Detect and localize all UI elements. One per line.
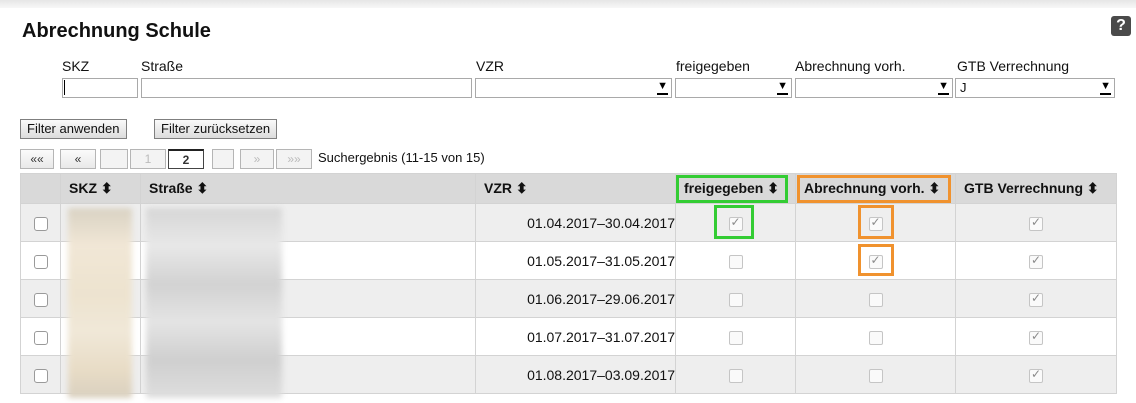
vzr-cell: 01.06.2017–29.06.2017 bbox=[475, 279, 676, 318]
redacted-strasse-column bbox=[146, 208, 282, 398]
vzr-cell: 01.07.2017–31.07.2017 bbox=[475, 317, 676, 356]
highlight-freigegeben-checkbox bbox=[714, 205, 754, 239]
abrechnung-cell bbox=[795, 355, 956, 394]
column-header-gtb[interactable]: GTB Verrechnung ⬍ bbox=[955, 173, 1117, 204]
gtb-cell bbox=[955, 241, 1117, 280]
abrechnung-checkbox bbox=[868, 368, 883, 383]
freigegeben-cell bbox=[675, 241, 796, 280]
dropdown-arrow-icon: ▼ bbox=[657, 80, 668, 95]
freigegeben-filter-select[interactable]: ▼ bbox=[675, 78, 792, 98]
gtb-cell bbox=[955, 203, 1117, 242]
page-number-1[interactable]: 1 bbox=[130, 149, 166, 169]
strasse-filter-input[interactable] bbox=[141, 78, 472, 98]
filter-label-skz: SKZ bbox=[62, 58, 90, 74]
dropdown-arrow-icon: ▼ bbox=[938, 80, 949, 95]
highlight-freigegeben-header bbox=[676, 175, 788, 203]
page-spacer bbox=[100, 149, 128, 169]
abrechnung-filter-select[interactable]: ▼ bbox=[795, 78, 953, 98]
filter-label-gtb: GTB Verrechnung bbox=[957, 58, 1070, 74]
vzr-cell: 01.05.2017–31.05.2017 bbox=[475, 241, 676, 280]
abrechnung-checkbox bbox=[868, 330, 883, 345]
dropdown-arrow-icon: ▼ bbox=[777, 80, 788, 95]
freigegeben-checkbox bbox=[728, 254, 743, 269]
gtb-cell bbox=[955, 355, 1117, 394]
text-cursor bbox=[64, 80, 65, 95]
row-select-cell bbox=[20, 203, 61, 242]
abrechnung-cell bbox=[795, 279, 956, 318]
last-page-button[interactable]: »» bbox=[276, 149, 312, 169]
gtb-filter-select[interactable]: J ▼ bbox=[955, 78, 1115, 98]
first-page-button[interactable]: «« bbox=[20, 149, 54, 169]
highlight-abrechnung-checkbox-1 bbox=[858, 205, 894, 239]
filter-label-vzr: VZR bbox=[476, 58, 504, 74]
highlight-abrechnung-header bbox=[797, 175, 951, 203]
gtb-checkbox bbox=[1029, 329, 1043, 345]
freigegeben-cell bbox=[675, 279, 796, 318]
row-select-checkbox[interactable] bbox=[33, 292, 48, 307]
table-header-row: SKZ ⬍ Straße ⬍ VZR ⬍ freigegeben ⬍ Abrec… bbox=[20, 173, 1117, 204]
row-select-cell bbox=[20, 355, 61, 394]
highlight-abrechnung-checkbox-2 bbox=[858, 244, 894, 276]
gtb-checkbox bbox=[1029, 367, 1043, 383]
result-count: Suchergebnis (11-15 von 15) bbox=[318, 150, 485, 165]
next-page-button[interactable]: » bbox=[240, 149, 274, 169]
vzr-cell: 01.08.2017–03.09.2017 bbox=[475, 355, 676, 394]
apply-filter-button[interactable]: Filter anwenden bbox=[20, 119, 127, 139]
vzr-filter-select[interactable]: ▼ bbox=[475, 78, 672, 98]
freigegeben-cell bbox=[675, 355, 796, 394]
top-band bbox=[0, 0, 1136, 8]
gtb-cell bbox=[955, 317, 1117, 356]
row-select-cell bbox=[20, 279, 61, 318]
freigegeben-checkbox bbox=[728, 330, 743, 345]
gtb-filter-value: J bbox=[960, 80, 967, 95]
freigegeben-checkbox bbox=[728, 368, 743, 383]
freigegeben-cell bbox=[675, 317, 796, 356]
gtb-cell bbox=[955, 279, 1117, 318]
row-select-checkbox[interactable] bbox=[33, 330, 48, 345]
page-title: Abrechnung Schule bbox=[22, 20, 211, 42]
abrechnung-cell bbox=[795, 317, 956, 356]
column-header-vzr[interactable]: VZR ⬍ bbox=[475, 173, 676, 204]
redacted-skz-column bbox=[68, 208, 132, 398]
select-column-header bbox=[20, 173, 61, 204]
vzr-cell: 01.04.2017–30.04.2017 bbox=[475, 203, 676, 242]
column-header-strasse[interactable]: Straße ⬍ bbox=[140, 173, 476, 204]
column-header-skz[interactable]: SKZ ⬍ bbox=[60, 173, 141, 204]
row-select-cell bbox=[20, 317, 61, 356]
row-select-cell bbox=[20, 241, 61, 280]
row-select-checkbox[interactable] bbox=[33, 216, 48, 231]
dropdown-arrow-icon: ▼ bbox=[1100, 80, 1111, 95]
gtb-checkbox bbox=[1029, 291, 1043, 307]
reset-filter-button[interactable]: Filter zurücksetzen bbox=[154, 119, 278, 139]
help-icon[interactable]: ? bbox=[1111, 16, 1131, 36]
row-select-checkbox[interactable] bbox=[33, 368, 48, 383]
row-select-checkbox[interactable] bbox=[33, 254, 48, 269]
filter-label-abrechnung: Abrechnung vorh. bbox=[795, 58, 906, 74]
page-number-2[interactable]: 2 bbox=[168, 149, 204, 169]
gtb-checkbox bbox=[1029, 215, 1043, 231]
page-spacer bbox=[212, 149, 234, 169]
filter-label-freigegeben: freigegeben bbox=[676, 58, 750, 74]
freigegeben-checkbox bbox=[728, 292, 743, 307]
prev-page-button[interactable]: « bbox=[60, 149, 96, 169]
skz-filter-input[interactable] bbox=[62, 78, 138, 98]
gtb-checkbox bbox=[1029, 253, 1043, 269]
abrechnung-checkbox bbox=[868, 292, 883, 307]
filter-label-strasse: Straße bbox=[141, 58, 184, 74]
